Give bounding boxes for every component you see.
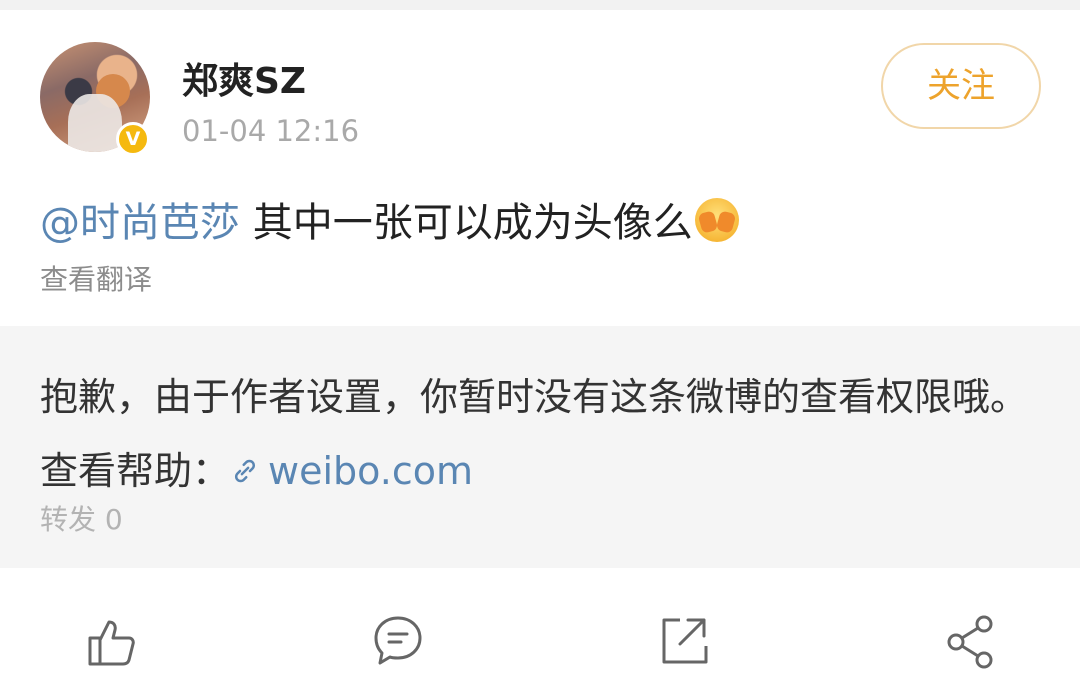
mention-link[interactable]: @时尚芭莎 (40, 200, 240, 246)
like-icon (88, 620, 135, 666)
avatar-figure (68, 94, 122, 152)
post-text: 其中一张可以成为头像么 (240, 200, 693, 246)
share-button[interactable] (940, 610, 1000, 670)
share-icon (947, 615, 993, 669)
username[interactable]: 郑爽SZ (182, 52, 306, 104)
translate-link[interactable]: 查看翻译 (40, 258, 152, 298)
notice-text: 抱歉，由于作者设置，你暂时没有这条微博的查看权限哦。查看帮助： (40, 375, 1029, 493)
shy-face-emoji-icon (694, 198, 739, 242)
follow-button[interactable]: 关注 (881, 43, 1041, 129)
help-link[interactable]: weibo.com (230, 449, 473, 493)
top-separator (0, 0, 1080, 10)
repost-button[interactable] (654, 610, 714, 670)
repost-count[interactable]: 转发 0 (40, 498, 123, 538)
repost-icon (662, 618, 708, 664)
comment-button[interactable] (368, 610, 428, 670)
permission-notice: 抱歉，由于作者设置，你暂时没有这条微博的查看权限哦。查看帮助： weibo.com (40, 360, 1040, 508)
like-button[interactable] (82, 610, 142, 670)
verified-badge-icon: V (116, 122, 150, 156)
help-link-text: weibo.com (268, 449, 473, 493)
action-bar (0, 568, 1080, 669)
link-icon (234, 459, 256, 483)
repost-container[interactable]: 抱歉，由于作者设置，你暂时没有这条微博的查看权限哦。查看帮助： weibo.com… (0, 326, 1080, 568)
post-body: @时尚芭莎 其中一张可以成为头像么 (40, 190, 739, 248)
comment-icon (374, 616, 422, 665)
post-timestamp: 01-04 12:16 (182, 114, 360, 148)
